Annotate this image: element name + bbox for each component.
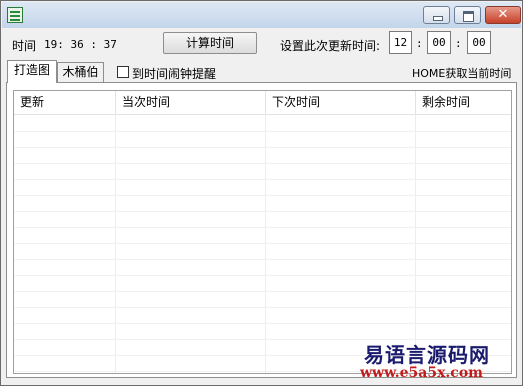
column-divider [265, 115, 266, 373]
time-label: 时间 [12, 39, 37, 53]
tab-mutongbo[interactable]: 木桶伯 [57, 62, 104, 82]
close-icon: ✕ [497, 7, 509, 22]
row-divider [14, 147, 511, 148]
minimize-button[interactable] [423, 6, 450, 24]
app-window: ✕ 时间 19: 36 : 37 计算时间 设置此次更新时间: 12 : 00 … [0, 0, 523, 386]
hour-input[interactable]: 12 [389, 31, 412, 54]
column-divider [115, 115, 116, 373]
row-divider [14, 275, 511, 276]
set-next-time-label: 设置此次更新时间: [280, 39, 381, 53]
app-icon [7, 7, 23, 23]
row-divider [14, 179, 511, 180]
column-header-remaining-time[interactable]: 剩余时间 [416, 91, 511, 115]
column-header-update[interactable]: 更新 [14, 91, 116, 115]
close-button[interactable]: ✕ [485, 6, 521, 24]
maximize-button[interactable] [454, 6, 481, 24]
tab-dazaotu[interactable]: 打造图 [7, 60, 57, 83]
row-divider [14, 259, 511, 260]
alarm-checkbox-label: 到时间闹钟提醒 [132, 67, 217, 81]
row-divider [14, 227, 511, 228]
timer-table[interactable]: 更新 当次时间 下次时间 剩余时间 [13, 90, 512, 374]
row-divider [14, 163, 511, 164]
current-time-value: 19: 36 : 37 [44, 38, 117, 51]
watermark-url: www.e5a5x.com [360, 365, 483, 381]
minute-input[interactable]: 00 [427, 31, 451, 54]
column-header-current-time[interactable]: 当次时间 [116, 91, 266, 115]
calculate-time-button[interactable]: 计算时间 [163, 32, 257, 54]
row-divider [14, 323, 511, 324]
column-divider [415, 115, 416, 373]
title-bar: ✕ [2, 2, 521, 28]
column-header-next-time[interactable]: 下次时间 [266, 91, 416, 115]
row-divider [14, 131, 511, 132]
row-divider [14, 195, 511, 196]
time-separator: : [416, 37, 423, 50]
maximize-icon [463, 11, 474, 22]
row-divider [14, 291, 511, 292]
alarm-checkbox[interactable] [117, 66, 129, 78]
row-divider [14, 307, 511, 308]
time-separator: : [455, 37, 462, 50]
tab-panel: 更新 当次时间 下次时间 剩余时间 [6, 82, 517, 378]
minimize-icon [433, 16, 443, 21]
row-divider [14, 243, 511, 244]
home-hint: HOME获取当前时间 [412, 67, 512, 80]
watermark-title: 易语言源码网 [364, 343, 490, 367]
second-input[interactable]: 00 [467, 31, 491, 54]
row-divider [14, 211, 511, 212]
